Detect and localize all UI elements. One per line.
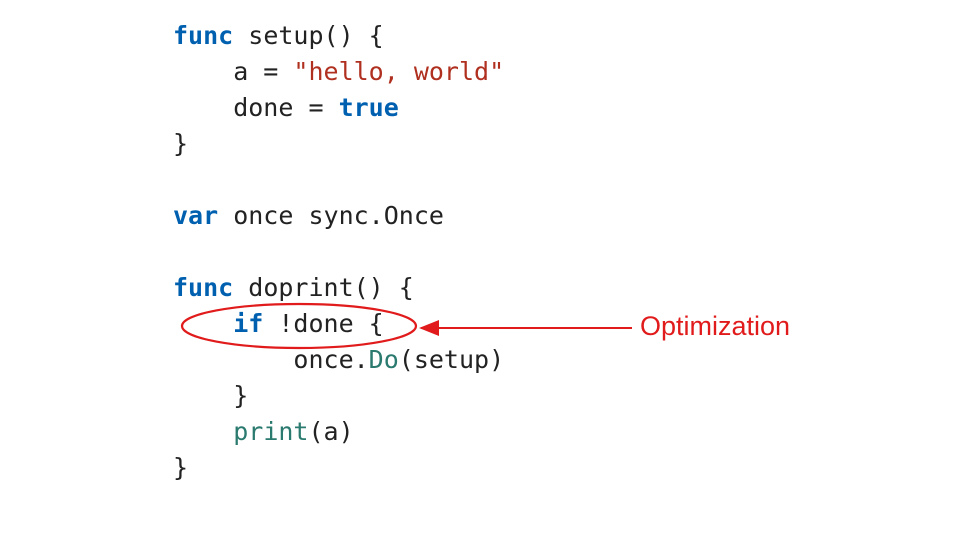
code-block: func setup() { a = "hello, world" done =… <box>173 18 504 486</box>
code-token: print <box>233 417 308 446</box>
code-token: (a) <box>308 417 353 446</box>
code-line: a = "hello, world" <box>173 54 504 90</box>
code-line: once.Do(setup) <box>173 342 504 378</box>
code-line: } <box>173 450 504 486</box>
code-line: done = true <box>173 90 504 126</box>
code-token: } <box>173 381 248 410</box>
code-line: func doprint() { <box>173 270 504 306</box>
code-line: var once sync.Once <box>173 198 504 234</box>
code-token: once. <box>173 345 369 374</box>
code-line: if !done { <box>173 306 504 342</box>
code-token: func <box>173 273 233 302</box>
code-token: doprint() { <box>233 273 414 302</box>
code-token: if <box>233 309 263 338</box>
code-line <box>173 234 504 270</box>
code-token: done = <box>173 93 339 122</box>
code-line <box>173 162 504 198</box>
code-token: setup() { <box>233 21 384 50</box>
code-token: var <box>173 201 218 230</box>
code-token: "hello, world" <box>293 57 504 86</box>
code-line: func setup() { <box>173 18 504 54</box>
code-line: } <box>173 378 504 414</box>
code-token <box>173 417 233 446</box>
code-token: once sync.Once <box>218 201 444 230</box>
code-line: print(a) <box>173 414 504 450</box>
code-token: func <box>173 21 233 50</box>
code-token: } <box>173 129 188 158</box>
code-token <box>173 309 233 338</box>
code-token: } <box>173 453 188 482</box>
code-token: !done { <box>263 309 383 338</box>
code-token: Do <box>369 345 399 374</box>
code-token: a = <box>173 57 293 86</box>
annotation-label: Optimization <box>640 311 790 342</box>
code-line: } <box>173 126 504 162</box>
code-token: true <box>339 93 399 122</box>
code-token: (setup) <box>399 345 504 374</box>
